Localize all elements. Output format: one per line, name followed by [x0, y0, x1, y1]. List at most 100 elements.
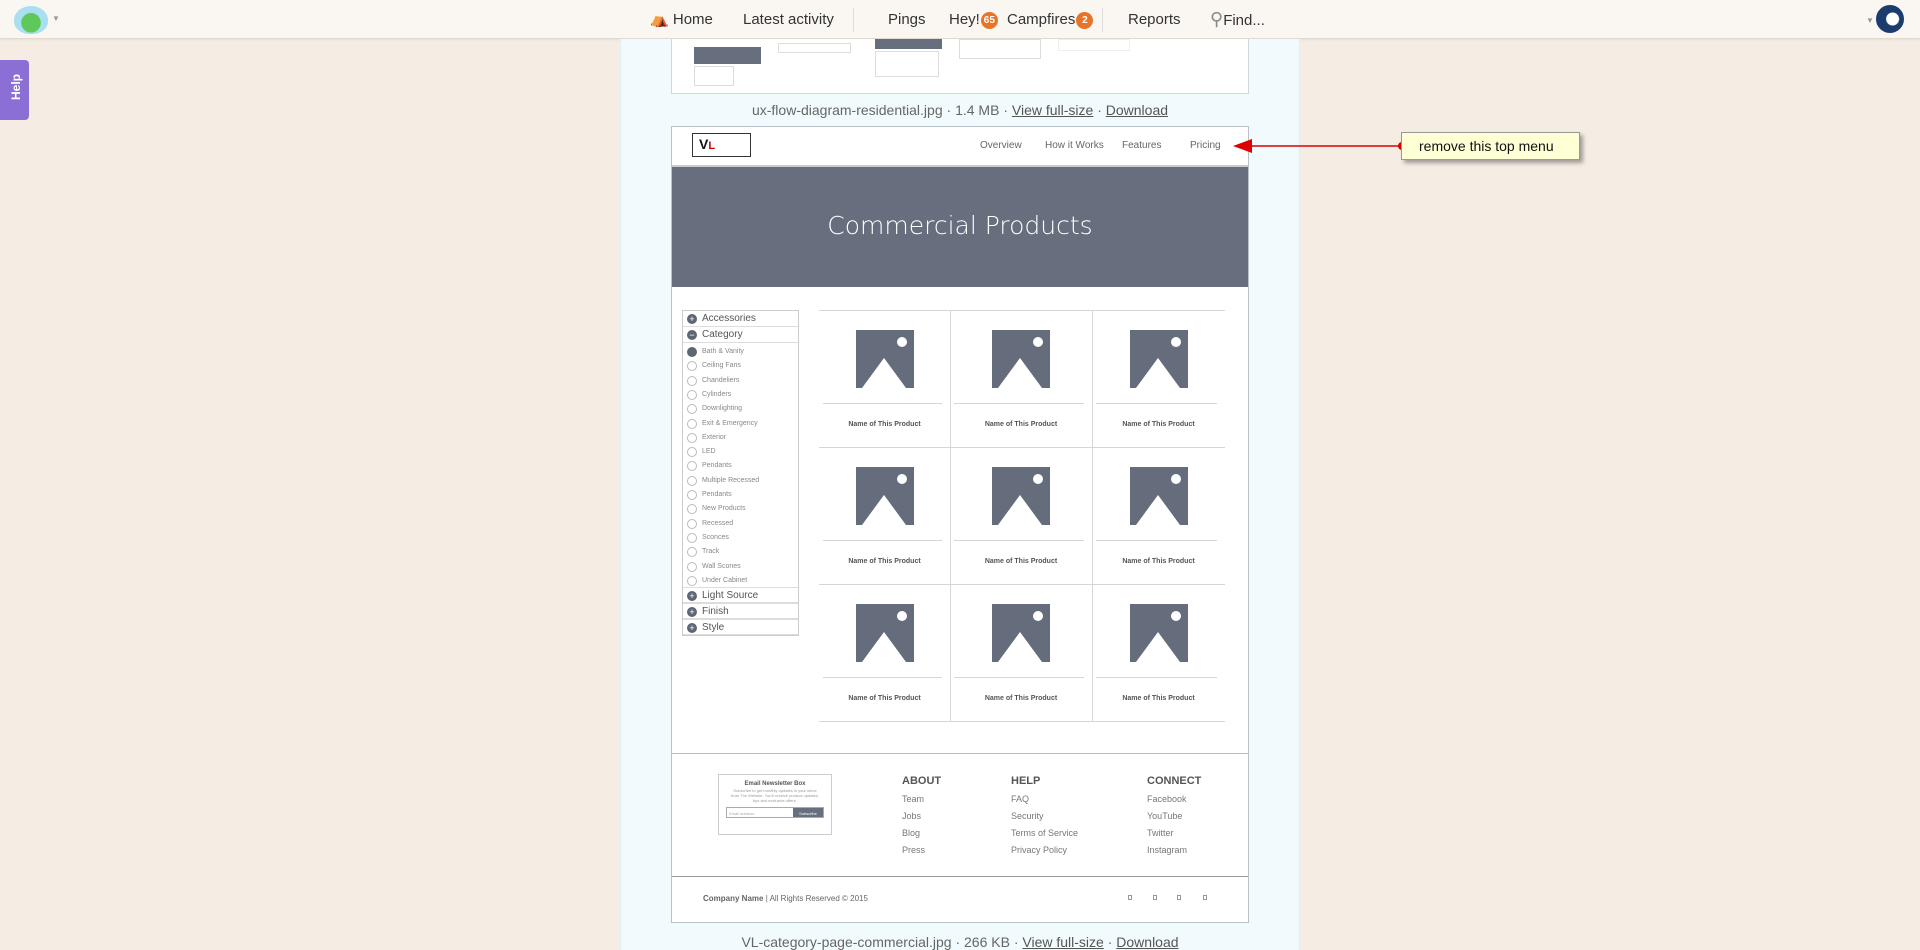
- newsletter-box: Email Newsletter Box Subscribe to get mo…: [718, 774, 832, 835]
- card-divider: [823, 540, 942, 541]
- filter-label: Category: [702, 329, 743, 340]
- radio-icon: [687, 561, 697, 572]
- product-name: Name of This Product: [984, 421, 1058, 428]
- radio-icon: [687, 518, 697, 529]
- option-label: Pendants: [702, 491, 732, 498]
- option-label: Chandeliers: [702, 376, 740, 384]
- file-size: 266 KB: [964, 934, 1010, 950]
- thumb-block: [694, 47, 761, 64]
- category-option: LED: [683, 446, 716, 460]
- arrow-head: [1233, 139, 1252, 153]
- radio-icon: [687, 361, 697, 372]
- card-divider: [823, 677, 942, 678]
- image-placeholder-icon: [855, 604, 914, 662]
- minus-circle-icon: −: [687, 330, 697, 340]
- nav-campfires[interactable]: Campfires 2: [1007, 0, 1094, 39]
- image-placeholder-icon: [855, 467, 914, 525]
- category-option: Pendants: [683, 460, 732, 474]
- social-icon: [1203, 895, 1207, 900]
- nav-hey[interactable]: Hey! 65: [949, 0, 998, 39]
- footer-link: Team: [902, 794, 925, 804]
- social-icon: [1128, 895, 1132, 900]
- nav-find[interactable]: ⚲Find...: [1210, 0, 1265, 39]
- product-card: Name of This Product: [1092, 447, 1225, 584]
- attachment-caption: ux-flow-diagram-residential.jpg · 1.4 MB…: [620, 102, 1300, 118]
- filter-header: + Light Source: [683, 587, 798, 603]
- rights-text: | All Rights Reserved © 2015: [765, 894, 868, 903]
- attachment-image-ux-flow[interactable]: [671, 39, 1249, 94]
- option-label: LED: [702, 448, 716, 456]
- view-full-size-link[interactable]: View full-size: [1022, 934, 1103, 950]
- radio-icon: [687, 575, 697, 586]
- footer-link: Facebook: [1147, 794, 1187, 804]
- filter-label: Accessories: [702, 313, 756, 324]
- footer-link: Instagram: [1147, 845, 1188, 855]
- annotation-note[interactable]: remove this top menu: [1401, 132, 1580, 160]
- newsletter-form: Email address Subscribe: [726, 807, 824, 818]
- attachment-image-category-page[interactable]: VL Overview How it Works Features Pricin…: [671, 126, 1249, 923]
- campfires-count-badge: 2: [1076, 11, 1094, 29]
- option-label: Pendants: [702, 462, 732, 470]
- filter-header: − Category: [683, 327, 798, 343]
- category-option: Chandeliers: [683, 375, 739, 389]
- user-avatar[interactable]: [1876, 5, 1904, 33]
- nav-home[interactable]: ⛺ Home: [650, 0, 713, 39]
- chevron-down-icon[interactable]: ▼: [1866, 16, 1874, 25]
- radio-icon: [687, 418, 697, 429]
- nav-label: Campfires: [1007, 11, 1076, 28]
- grid-line: [819, 721, 1225, 722]
- nav-latest-activity[interactable]: Latest activity: [743, 0, 834, 39]
- nav-pings[interactable]: Pings: [888, 0, 926, 39]
- category-option: Exterior: [683, 432, 726, 446]
- nav-label: Hey!: [949, 11, 980, 28]
- help-label: Help: [9, 73, 24, 101]
- newsletter-text: Subscribe to get monthly updates in your…: [731, 788, 819, 803]
- email-input: Email address: [729, 811, 755, 816]
- mockup-nav-pricing: Pricing: [1190, 140, 1221, 151]
- download-link[interactable]: Download: [1106, 102, 1168, 118]
- plus-circle-icon: +: [687, 591, 697, 601]
- help-tab[interactable]: Help: [0, 60, 29, 120]
- thumb-block: [694, 66, 734, 86]
- top-navigation-bar: ▼ ⛺ Home Latest activity Pings Hey! 65 Ca…: [0, 0, 1920, 39]
- separator: ·: [1107, 934, 1113, 950]
- chevron-down-icon[interactable]: ▼: [52, 14, 60, 23]
- divider: [853, 8, 854, 32]
- hero-title: Commercial Products: [827, 211, 1093, 240]
- plus-circle-icon: +: [687, 607, 697, 617]
- footer-link: Security: [1011, 811, 1044, 821]
- mockup-nav-overview: Overview: [980, 140, 1022, 151]
- product-name: Name of This Product: [848, 421, 921, 428]
- option-label: Exterior: [702, 433, 727, 441]
- app-logo-icon[interactable]: [14, 6, 48, 34]
- filter-header: + Style: [683, 619, 798, 635]
- card-divider: [954, 403, 1084, 404]
- radio-icon: [687, 504, 697, 515]
- footer-link: YouTube: [1147, 811, 1183, 821]
- category-option: Ceiling Fans: [683, 360, 741, 374]
- plus-circle-icon: +: [687, 314, 697, 324]
- thumb-block: [1058, 39, 1130, 51]
- image-placeholder-icon: [992, 467, 1050, 525]
- product-card: Name of This Product: [950, 310, 1092, 447]
- download-link[interactable]: Download: [1116, 934, 1178, 950]
- footer-column-title: ABOUT: [902, 775, 942, 787]
- filename: ux-flow-diagram-residential.jpg: [751, 102, 943, 118]
- social-icon: [1153, 895, 1157, 900]
- option-label: Cylinders: [702, 390, 732, 398]
- mockup-logo: VL: [692, 133, 751, 157]
- product-name: Name of This Product: [984, 695, 1058, 702]
- product-name: Name of This Product: [848, 695, 921, 702]
- nav-reports[interactable]: Reports: [1128, 0, 1181, 39]
- footer-link: Blog: [902, 828, 921, 838]
- mockup-hero: Commercial Products: [672, 165, 1248, 287]
- mountain-icon: [1135, 611, 1181, 662]
- separator: ·: [1003, 102, 1008, 118]
- option-label: Track: [702, 548, 720, 556]
- option-label: Downlighting: [702, 405, 743, 413]
- radio-icon: [687, 375, 697, 386]
- mountain-icon: [861, 611, 907, 662]
- image-placeholder-icon: [992, 604, 1050, 662]
- view-full-size-link[interactable]: View full-size: [1012, 102, 1093, 118]
- footer-link: Press: [902, 845, 926, 855]
